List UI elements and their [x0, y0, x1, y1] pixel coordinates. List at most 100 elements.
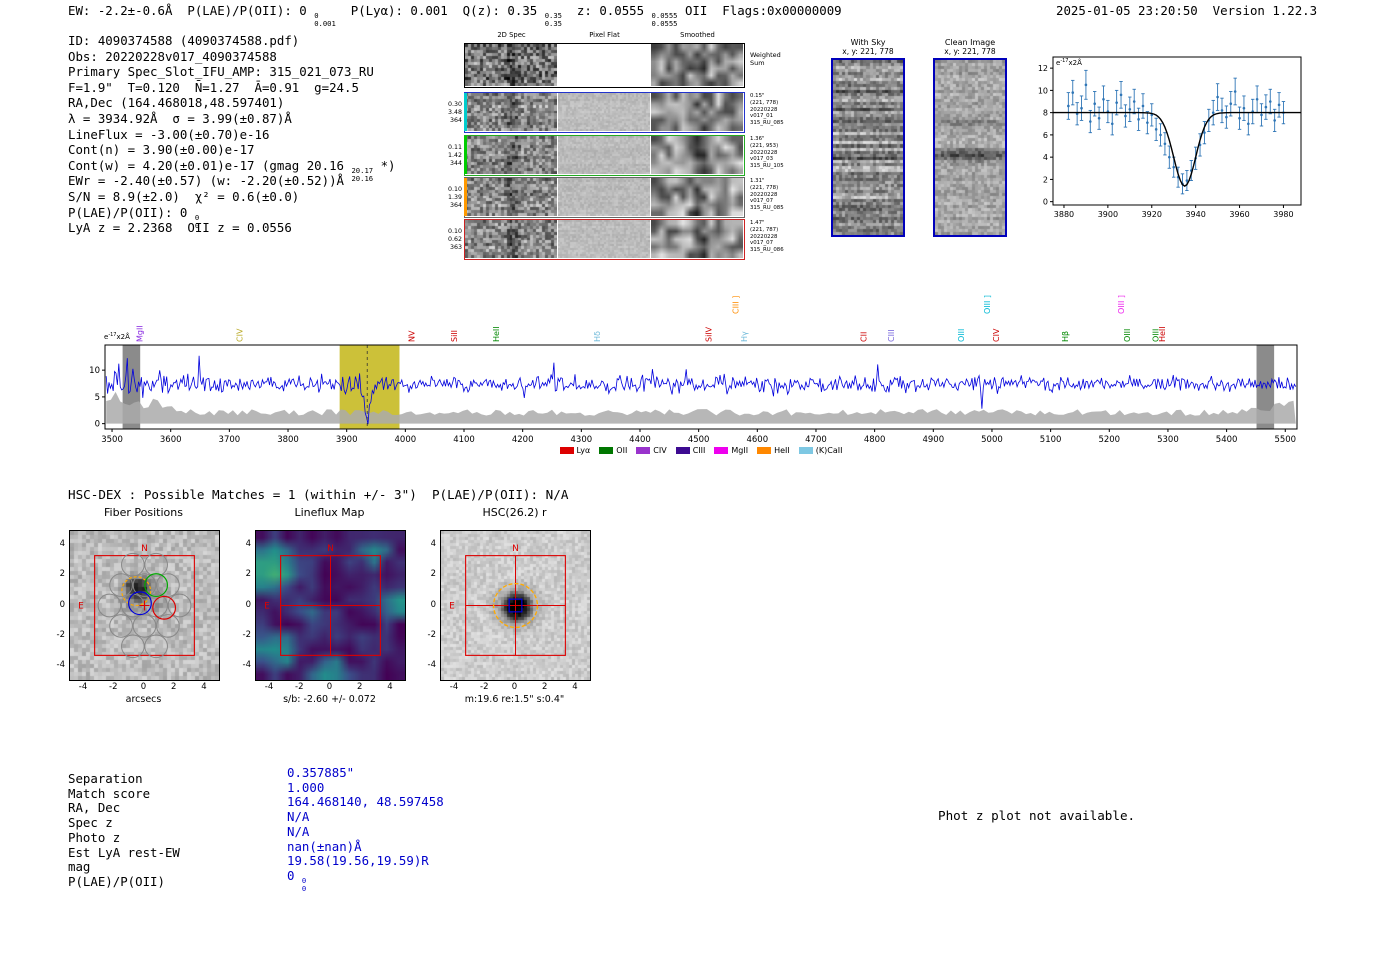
stacked-fraction: 0.0555 0.0555 — [652, 11, 678, 28]
legend-item: CIII — [675, 446, 705, 455]
elixer-detection-report: EW: -2.2±-0.6Å P(LAE)/P(OII): 0 0 0.001 P… — [0, 0, 1400, 953]
legend-swatch — [714, 447, 729, 454]
y-tick-label: -2 — [56, 629, 65, 640]
text-segment: 0 — [287, 867, 302, 883]
left-label: 0.11 — [447, 143, 462, 151]
text-segment: P(LAE)/P(OII): 0 — [68, 204, 195, 220]
x-tick-label: 4900 — [922, 435, 944, 445]
left-label: 364 — [449, 116, 462, 124]
text-segment: *) — [373, 157, 396, 173]
info-line: F=1.9" T=0.120 N̄=1.27 Ā=0.91 g=24.5 — [68, 80, 396, 96]
x-tick-label: 3500 — [101, 435, 123, 445]
x-tick-label: 4500 — [688, 435, 710, 445]
data-point — [1233, 90, 1237, 93]
x-tick-label: 4100 — [453, 435, 475, 445]
fiber-circle — [167, 593, 192, 618]
x-tick-label: 3600 — [160, 435, 182, 445]
cutout-title: Lineflux Map — [294, 506, 365, 519]
compass-north: N — [141, 544, 148, 554]
match-label: Spec z — [68, 815, 113, 831]
cutout-overlay: NE — [264, 544, 381, 656]
y-tick-label: -2 — [242, 629, 251, 640]
y-tick-label: 4 — [59, 539, 65, 550]
compass-east: E — [78, 602, 84, 612]
text-segment: 19.58(19.56,19.59)R — [287, 853, 429, 869]
data-point — [1203, 131, 1206, 134]
text-segment: N/A — [287, 809, 310, 825]
fiber-circle — [121, 634, 145, 659]
x-tick-label: 5200 — [1098, 435, 1120, 445]
emission-line-label: CII — [859, 332, 868, 342]
units-sup: -17 — [108, 332, 116, 338]
x-tick-label: 0 — [511, 682, 518, 692]
info-line: RA,Dec (164.468018,48.597401) — [68, 95, 396, 111]
x-tick-label: -2 — [295, 682, 304, 692]
legend-item: HeII — [757, 446, 790, 455]
data-point — [1172, 165, 1176, 169]
spec2d-image — [465, 93, 557, 131]
annotation-line: 1.47" — [750, 220, 765, 226]
y-tick-label: 2 — [59, 569, 65, 580]
info-line: EWr = -2.40(±0.57) (w: -2.20(±0.52))Å — [68, 173, 396, 189]
text-segment: 1.000 — [287, 779, 325, 795]
legend-swatch — [559, 447, 574, 454]
match-label: Separation — [68, 771, 143, 786]
compass-east: E — [449, 602, 455, 612]
spec2d-row — [464, 92, 745, 133]
match-value: 1.000 — [287, 780, 324, 795]
cutout-title: HSC(26.2) r — [482, 506, 547, 519]
spectrum-svg: 3500 3600 3700 3800 3900 4000 4100 4200 4300 4400… — [89, 295, 1298, 445]
data-point — [1247, 122, 1250, 126]
left-label: 0.10 — [447, 227, 462, 235]
panel-subtitle: x, y: 221, 778 — [944, 47, 996, 56]
cutout-xlabel: m:19.6 re:1.5" s:0.4" — [464, 694, 565, 705]
left-label: 0.10 — [447, 185, 462, 193]
legend-item: OII — [599, 446, 627, 455]
y-tick-label: 0 — [59, 599, 65, 610]
legend-swatch — [757, 447, 772, 454]
annotation-line: 20220228 — [750, 191, 778, 198]
data-point — [1229, 102, 1233, 106]
spec2d-row-left-labels: 0.11 1.42 344 — [443, 144, 462, 169]
spec2d-row — [464, 135, 745, 176]
spec2d-col-header: Pixel Flat — [589, 31, 620, 39]
units-sup: -17 — [1060, 58, 1068, 64]
annotation-line: (221, 787) — [750, 226, 779, 233]
emission-line-label: CIV — [235, 328, 244, 342]
x-tick-label: 3920 — [1142, 210, 1162, 219]
data-point — [1154, 128, 1158, 131]
panel-title: With Sky — [850, 38, 886, 47]
x-tick-label: 2 — [542, 682, 548, 692]
spec2d-col-header: 2D Spec — [497, 31, 526, 39]
annotation-line: v017_01 — [750, 113, 774, 120]
emission-line-label: MgII — [136, 325, 145, 342]
compass-east: E — [264, 602, 270, 612]
stacked-fraction: 0 0.001 — [314, 11, 336, 28]
x-tick-label: 3940 — [1185, 210, 1205, 219]
legend-swatch — [636, 447, 651, 454]
x-tick-label: -4 — [264, 682, 274, 692]
left-label: 1.42 — [447, 151, 462, 159]
annotation-line: 315_RU_085 — [750, 120, 784, 126]
info-line: Primary Spec_Slot_IFU_AMP: 315_021_073_R… — [68, 64, 396, 80]
annotation-line: 315_RU_105 — [750, 163, 784, 169]
data-point — [1119, 93, 1123, 97]
legend-label: Lyα — [576, 446, 591, 455]
x-tick-label: 5300 — [1157, 435, 1179, 445]
with-sky-panel: With Sky x, y: 221, 778 — [826, 38, 910, 237]
emission-line-label: OIII — [957, 329, 966, 342]
annotation-line: (221, 953) — [750, 142, 779, 149]
spec2d-image — [465, 178, 557, 216]
error-band — [106, 391, 1296, 424]
line-fit-plot-svg: 0 2 4 6 8 10 12 3880 3900 3920 3940 3960 3980 e-17x2Å — [1038, 56, 1302, 219]
units-post: x2Å — [116, 332, 130, 341]
pixelflat-image — [558, 220, 650, 258]
data-point — [1238, 116, 1241, 120]
fraction-bottom: 20.16 — [351, 173, 374, 183]
data-point — [1110, 122, 1114, 126]
x-tick-label: 4400 — [629, 435, 651, 445]
x-tick-label: 4300 — [571, 435, 593, 445]
text-segment: LineFlux = -3.00(±0.70)e-16 — [68, 126, 270, 142]
stacked-fraction: 0.35 0.35 — [545, 11, 562, 28]
x-tick-label: -4 — [449, 682, 459, 692]
